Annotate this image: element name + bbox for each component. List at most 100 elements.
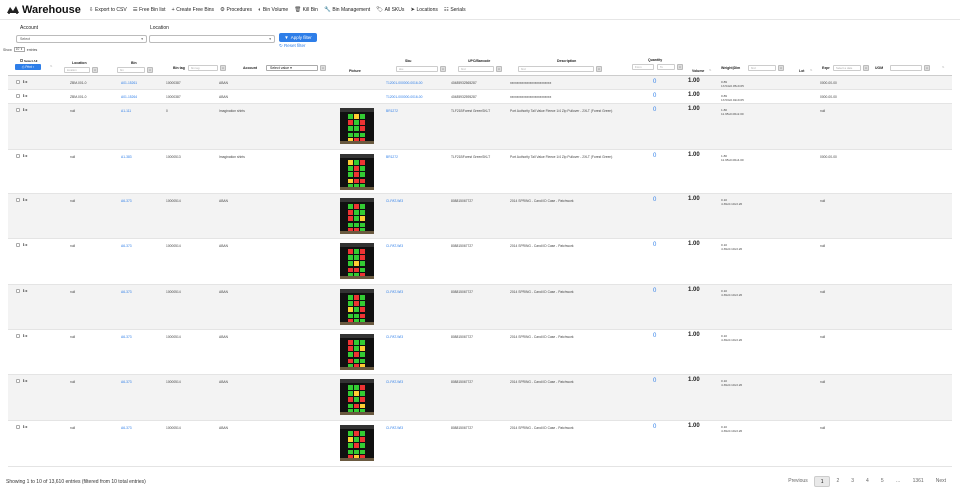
quantity-link[interactable]: 0 — [653, 79, 656, 85]
table-row[interactable]: ℹ ▸ null A6-373 10000514 ABAN CI-PAT-WI3 80881… — [8, 285, 952, 330]
bin-filter-input[interactable]: bin — [117, 67, 145, 73]
quantity-link[interactable]: 0 — [653, 242, 656, 248]
product-picture[interactable] — [340, 334, 374, 370]
bin-tag-filter-input[interactable]: bin tag — [188, 65, 218, 71]
sku-link[interactable]: T12001-000000-0016-00 — [386, 95, 422, 99]
clear-icon[interactable]: × — [677, 64, 683, 70]
pagination-page[interactable]: 2 — [830, 476, 845, 487]
apply-filter-button[interactable]: ▼ Apply filter — [279, 33, 317, 42]
description-filter-input[interactable]: find — [518, 66, 594, 72]
table-row[interactable]: ℹ ▸ null A6-373 10000514 ABAN CI-PAT-WI3 80881… — [8, 239, 952, 285]
product-picture[interactable] — [340, 289, 374, 325]
quantity-to-input[interactable]: To — [657, 64, 675, 70]
quantity-from-input[interactable]: From — [632, 64, 654, 70]
col-bin-tag[interactable]: Bin tag — [173, 66, 185, 70]
row-actions-icon[interactable]: ℹ ▸ — [23, 93, 28, 98]
row-checkbox[interactable] — [16, 379, 20, 383]
sku-link[interactable]: CI-PAT-WI3 — [386, 380, 403, 384]
print-button[interactable]: ⎙ Print ▾ — [15, 64, 41, 70]
clear-icon[interactable]: × — [320, 65, 326, 71]
row-checkbox[interactable] — [16, 289, 20, 293]
sort-icon[interactable]: ⇅ — [709, 68, 712, 72]
row-checkbox[interactable] — [16, 243, 20, 247]
upc-filter-input[interactable]: find — [458, 66, 494, 72]
account-filter-select[interactable]: Select ▾ — [16, 35, 147, 43]
sku-link[interactable]: CI-PAT-WI3 — [386, 290, 403, 294]
brand[interactable]: Warehouse — [6, 4, 81, 16]
nav-item-export-to-csv[interactable]: ⇩ Export to CSV — [89, 7, 127, 13]
sku-link[interactable]: BR1272 — [386, 109, 398, 113]
sku-link[interactable]: CI-PAT-WI3 — [386, 244, 403, 248]
sku-link[interactable]: CI-PAT-WI3 — [386, 199, 403, 203]
row-checkbox[interactable] — [16, 198, 20, 202]
bin-link[interactable]: A6-373 — [121, 426, 132, 430]
nav-item-create-free-bins[interactable]: + Create Free Bins — [172, 7, 215, 13]
row-actions-icon[interactable]: ℹ ▸ — [23, 79, 28, 84]
table-row[interactable]: ℹ ▸ null A6-373 10000514 ABAN CI-PAT-WI3 80881… — [8, 375, 952, 421]
col-sku[interactable]: Sku — [405, 59, 411, 63]
nav-item-procedures[interactable]: ⚙ Procedures — [220, 7, 252, 13]
page-size-select[interactable]: 10 ⇕ — [13, 47, 25, 52]
clear-icon[interactable]: × — [863, 65, 869, 71]
pagination-previous[interactable]: Previous — [782, 476, 813, 487]
location-filter-select[interactable]: ▾ — [149, 35, 275, 43]
quantity-link[interactable]: 0 — [653, 107, 656, 113]
col-location[interactable]: Location — [72, 61, 87, 65]
nav-item-locations[interactable]: ➤ Locations — [410, 7, 438, 13]
nav-item-kill-bin[interactable]: 🗑 Kill Bin — [294, 7, 318, 13]
bin-link[interactable]: A01-15264 — [121, 95, 137, 99]
clear-icon[interactable]: × — [147, 67, 153, 73]
row-actions-icon[interactable]: ℹ ▸ — [23, 288, 28, 293]
col-bin[interactable]: Bin — [131, 61, 137, 65]
select-all-checkbox[interactable] — [20, 59, 23, 62]
table-row[interactable]: ℹ ▸ ZBM-001-0 A01-15264 10000387 ABAN T12001-… — [8, 90, 952, 104]
col-volume[interactable]: Volume — [692, 69, 704, 73]
table-row[interactable]: ℹ ▸ ZBM-001-0 A01-15261 10000387 ABAN T12001-… — [8, 76, 952, 90]
table-row[interactable]: ℹ ▸ null A6-373 10000514 ABAN CI-PAT-WI3 80881… — [8, 330, 952, 375]
bin-link[interactable]: A6-373 — [121, 199, 132, 203]
sku-link[interactable]: T12001-000000-0016-00 — [386, 81, 422, 85]
bin-link[interactable]: A1-111 — [121, 109, 131, 113]
product-picture[interactable] — [340, 154, 374, 190]
col-weight[interactable]: Weight|Dim — [721, 66, 740, 70]
sku-link[interactable]: CI-PAT-WI3 — [386, 426, 403, 430]
select-all-label[interactable]: Select All — [20, 59, 37, 63]
nav-item-bin-management[interactable]: 🔧 Bin Management — [324, 7, 370, 13]
nav-item-serials[interactable]: ☷ Serials — [444, 7, 466, 13]
nav-item-all-skus[interactable]: 🏷 All SKUs — [376, 7, 404, 13]
row-checkbox[interactable] — [16, 425, 20, 429]
row-actions-icon[interactable]: ℹ ▸ — [23, 197, 28, 202]
col-account[interactable]: Account — [243, 66, 257, 70]
quantity-link[interactable]: 0 — [653, 333, 656, 339]
product-picture[interactable] — [340, 243, 374, 279]
sort-icon[interactable]: ⇅ — [942, 65, 945, 69]
sku-link[interactable]: CI-PAT-WI3 — [386, 335, 403, 339]
weight-filter-input[interactable]: find — [748, 65, 776, 71]
clear-icon[interactable]: × — [92, 67, 98, 73]
col-quantity[interactable]: Quantity — [648, 58, 662, 62]
bin-link[interactable]: A6-373 — [121, 290, 132, 294]
nav-item-bin-volume[interactable]: ◐ Bin Volume — [258, 7, 288, 13]
sort-icon[interactable]: ⇅ — [50, 64, 53, 68]
row-checkbox[interactable] — [16, 94, 20, 98]
col-lot[interactable]: Lot — [799, 69, 804, 73]
pagination-page[interactable]: 4 — [860, 476, 875, 487]
row-actions-icon[interactable]: ℹ ▸ — [23, 333, 28, 338]
account-column-select[interactable]: Select value ▾ — [266, 65, 318, 71]
bin-link[interactable]: A6-373 — [121, 335, 132, 339]
bin-link[interactable]: A6-373 — [121, 244, 132, 248]
sku-filter-input[interactable]: sku — [396, 66, 438, 72]
quantity-link[interactable]: 0 — [653, 197, 656, 203]
row-checkbox[interactable] — [16, 108, 20, 112]
clear-icon[interactable]: × — [596, 66, 602, 72]
row-checkbox[interactable] — [16, 334, 20, 338]
col-uom[interactable]: UOM — [875, 66, 883, 70]
product-picture[interactable] — [340, 198, 374, 234]
nav-item-free-bin-list[interactable]: ☰ Free Bin list — [133, 7, 166, 13]
pagination-page[interactable]: 1361 — [907, 476, 930, 487]
quantity-link[interactable]: 0 — [653, 378, 656, 384]
col-description[interactable]: Description — [557, 59, 576, 63]
table-row[interactable]: ℹ ▸ null A1-111 0 Imagination shirts BR1272 TL… — [8, 104, 952, 150]
col-expr[interactable]: Expr — [822, 66, 830, 70]
product-picture[interactable] — [340, 425, 374, 461]
